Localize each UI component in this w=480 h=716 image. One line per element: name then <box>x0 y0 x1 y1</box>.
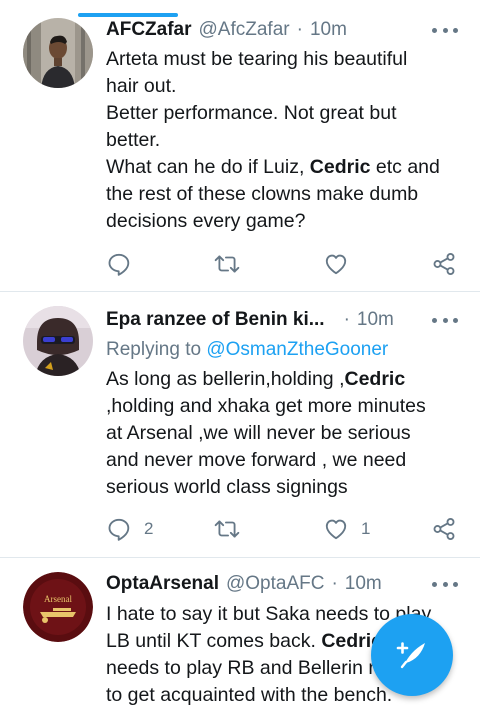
like-icon <box>325 254 347 275</box>
replying-to-label: Replying to <box>106 339 207 360</box>
like-icon <box>325 519 347 540</box>
more-options-icon[interactable] <box>432 310 458 330</box>
avatar-wordmark: Arsenal <box>44 594 72 604</box>
separator-dot: · <box>343 309 350 330</box>
retweet-button[interactable] <box>214 514 252 544</box>
share-button[interactable] <box>431 514 457 544</box>
timestamp: 10m <box>356 309 394 330</box>
tweet-text: As long as bellerin,holding ,Cedric ,hol… <box>106 366 466 501</box>
author-handle[interactable]: @AfcZafar <box>199 19 290 41</box>
author-name[interactable]: OptaArsenal <box>106 573 219 595</box>
tweet[interactable]: AFCZafar @AfcZafar · 10m Arteta must be … <box>0 0 480 291</box>
more-options-icon[interactable] <box>432 20 458 40</box>
timestamp: 10m <box>309 19 347 40</box>
tweet-text-line: and never move forward , we need <box>106 449 407 471</box>
tweet-text: Arteta must be tearing his beautiful hai… <box>106 46 466 235</box>
reply-icon <box>108 253 130 276</box>
reply-button[interactable]: 2 <box>106 514 153 544</box>
tweet-text-line: Arteta must be tearing his beautiful <box>106 48 408 70</box>
tweet-text-line: the rest of these clowns make dumb <box>106 183 419 205</box>
tweet-text-line: Better performance. Not great but <box>106 102 397 124</box>
author-name[interactable]: AFCZafar <box>106 19 192 41</box>
share-icon <box>433 253 455 275</box>
retweet-icon <box>214 520 240 538</box>
highlighted-keyword: Cedric <box>344 368 406 390</box>
avatar[interactable] <box>23 306 93 376</box>
avatar[interactable] <box>23 18 93 88</box>
tweet-text-line: decisions every game? <box>106 210 306 232</box>
tweet-text-line: serious world class signings <box>106 476 348 498</box>
tweet-actions <box>106 249 462 279</box>
like-button[interactable] <box>323 249 361 279</box>
tweet-text-line: As long as bellerin,holding ,Cedric <box>106 368 406 390</box>
compose-tweet-button[interactable] <box>371 614 453 696</box>
more-options-icon[interactable] <box>432 574 458 594</box>
timestamp: 10m <box>344 573 382 594</box>
compose-tweet-icon <box>396 642 425 669</box>
separator-dot: · <box>296 19 303 40</box>
reply-mention-link[interactable]: @OsmanZtheGooner <box>206 339 388 360</box>
tweet[interactable]: Epa ranzee of Benin ki... · 10m Replying… <box>0 292 480 556</box>
tweet-text-line: better. <box>106 129 161 151</box>
reply-count: 2 <box>144 519 154 538</box>
retweet-icon <box>214 255 240 273</box>
reply-icon <box>108 518 130 541</box>
highlighted-keyword: Cedric <box>309 156 371 178</box>
author-name[interactable]: Epa ranzee of Benin ki... <box>106 309 325 331</box>
tweet-text-line: hair out. <box>106 75 177 97</box>
author-handle[interactable]: @OptaAFC <box>226 573 324 595</box>
avatar[interactable]: Arsenal <box>23 572 93 642</box>
like-count: 1 <box>361 519 371 538</box>
tweet-actions: 2 1 <box>106 514 462 544</box>
tweet-header: OptaArsenal @OptaAFC · 10m <box>106 571 458 597</box>
separator-dot: · <box>331 573 338 594</box>
tweet-text-line: at Arsenal ,we will never be serious <box>106 422 411 444</box>
replying-to: Replying to @OsmanZtheGooner <box>106 339 388 361</box>
tweet-header: AFCZafar @AfcZafar · 10m <box>106 17 458 43</box>
share-button[interactable] <box>431 249 457 279</box>
share-icon <box>433 518 455 540</box>
tweet-text-line: ,holding and xhaka get more minutes <box>106 395 426 417</box>
tweet-header: Epa ranzee of Benin ki... · 10m <box>106 307 458 333</box>
like-button[interactable]: 1 <box>323 514 370 544</box>
tweet-text-line: What can he do if Luiz, Cedric etc and <box>106 156 440 178</box>
retweet-button[interactable] <box>214 249 252 279</box>
reply-button[interactable] <box>106 249 144 279</box>
